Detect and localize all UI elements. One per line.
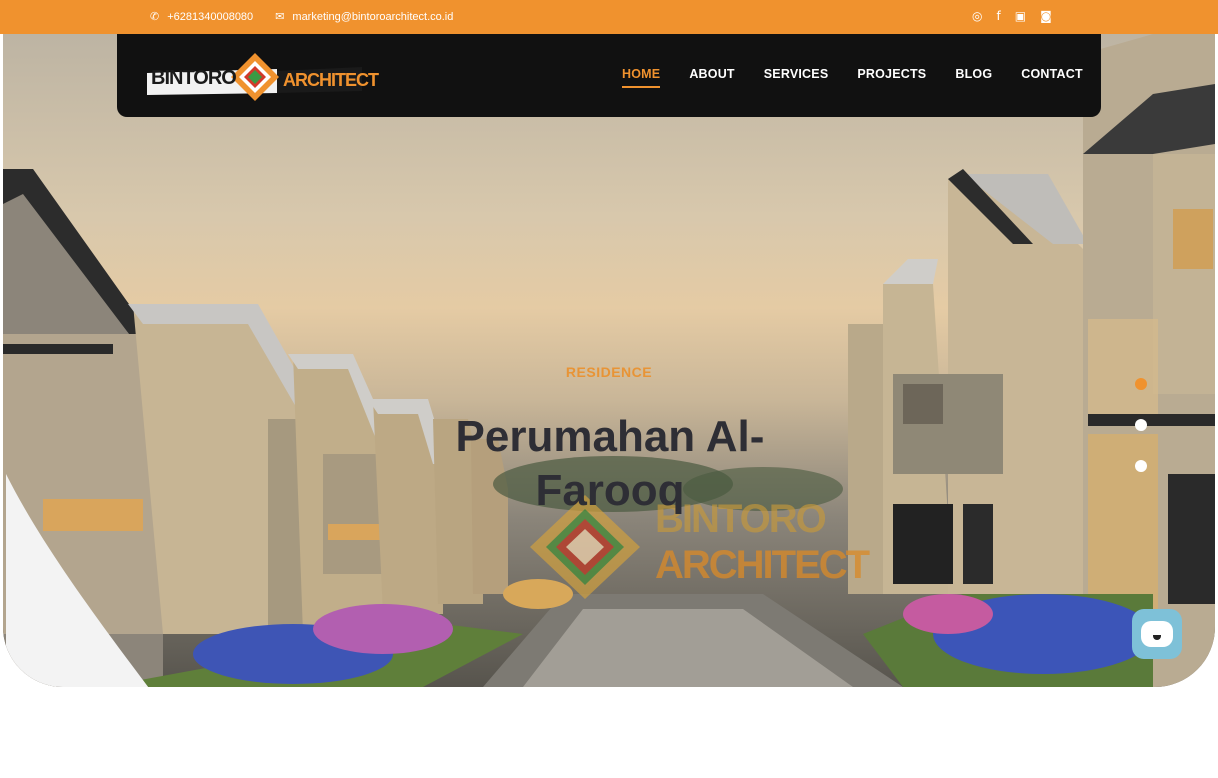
chat-widget-button[interactable]: [1132, 609, 1182, 659]
email-address: marketing@bintoroarchitect.co.id: [292, 10, 454, 23]
decorative-curve: [6, 474, 149, 687]
top-contact-bar: ✆ +6281340008080 ✉ marketing@bintoroarch…: [0, 0, 1218, 34]
watermark-text-line2: ARCHITECT: [655, 543, 870, 587]
nav-services[interactable]: SERVICES: [764, 67, 829, 81]
nav-projects[interactable]: PROJECTS: [857, 67, 926, 81]
slider-dot-1[interactable]: [1135, 378, 1147, 390]
slider-pagination: [1135, 378, 1147, 501]
email-link[interactable]: ✉ marketing@bintoroarchitect.co.id: [275, 10, 453, 23]
slide-title: Perumahan Al-Farooq: [455, 412, 765, 515]
slider-dot-2[interactable]: [1135, 419, 1147, 431]
nav-blog[interactable]: BLOG: [955, 67, 992, 81]
logo-text-bintoro: BINTORO: [151, 67, 237, 89]
phone-number: +6281340008080: [167, 10, 254, 23]
slider-dot-3[interactable]: [1135, 460, 1147, 472]
phone-icon: ✆: [150, 10, 160, 23]
envelope-icon: ✉: [275, 10, 285, 23]
nav-contact[interactable]: CONTACT: [1021, 67, 1083, 81]
logo-text-architect: ARCHITECT: [283, 70, 379, 90]
facebook-icon[interactable]: f: [996, 9, 1000, 23]
youtube-icon[interactable]: ▣: [1015, 9, 1026, 23]
social-links: ◎ f ▣ ◙: [972, 9, 1052, 23]
main-header: BINTORO ARCHITECT HOME ABOUT SERVICES PR…: [117, 34, 1101, 117]
main-navigation: HOME ABOUT SERVICES PROJECTS BLOG CONTAC…: [622, 67, 1083, 88]
nav-home[interactable]: HOME: [622, 67, 661, 88]
chat-bubble-icon: [1141, 621, 1173, 647]
phone-link[interactable]: ✆ +6281340008080: [150, 10, 253, 23]
nav-about[interactable]: ABOUT: [689, 67, 734, 81]
site-logo[interactable]: BINTORO ARCHITECT: [147, 49, 379, 105]
whatsapp-icon[interactable]: ◎: [972, 9, 982, 23]
instagram-icon[interactable]: ◙: [1040, 9, 1052, 23]
contact-info: ✆ +6281340008080 ✉ marketing@bintoroarch…: [150, 10, 453, 23]
slide-category: RESIDENCE: [565, 364, 653, 380]
